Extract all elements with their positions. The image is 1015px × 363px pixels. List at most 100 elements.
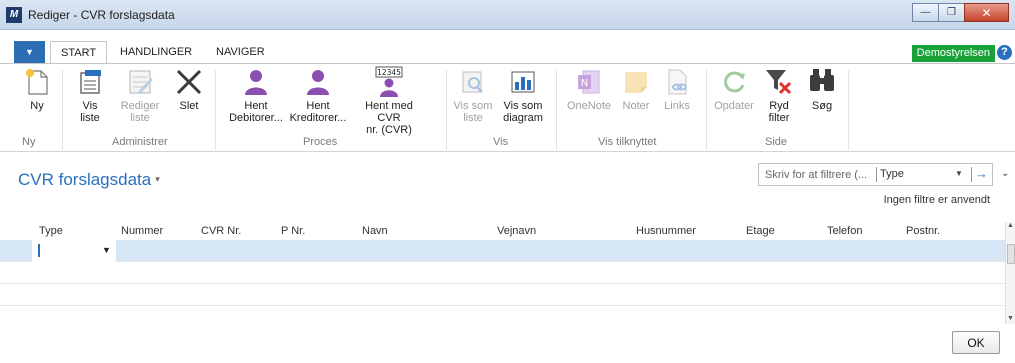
ny-button[interactable]: Ny <box>20 66 54 128</box>
page-title[interactable]: CVR forslagsdata ▾ <box>18 170 160 190</box>
onenote-label: OneNote <box>566 100 612 112</box>
link-icon <box>668 69 687 95</box>
slet-label: Slet <box>179 100 199 112</box>
hent-kreditorer-button[interactable]: Hent Kreditorer... <box>287 66 349 128</box>
filter-divider <box>971 167 972 182</box>
vis-som-liste-label-2: liste <box>463 112 483 124</box>
delete-icon <box>176 69 202 95</box>
no-filter-text: Ingen filtre er anvendt <box>883 194 990 206</box>
vis-som-liste-button[interactable]: Vis som liste <box>452 66 494 128</box>
arrow-right-icon[interactable]: → <box>975 166 988 181</box>
onenote-icon: N <box>578 70 600 94</box>
chevron-down-icon[interactable]: ▼ <box>102 245 111 255</box>
note-icon <box>625 72 647 93</box>
grid-header: Type Nummer CVR Nr. P Nr. Navn Vejnavn H… <box>0 222 1005 240</box>
group-label-ny: Ny <box>22 136 36 148</box>
column-header-nummer[interactable]: Nummer <box>121 225 163 237</box>
app-menu-button[interactable]: ▼ <box>14 41 45 63</box>
type-cell-select[interactable]: ▼ <box>32 240 116 262</box>
text-cursor <box>38 244 40 257</box>
hent-debitorer-button[interactable]: Hent Debitorer... <box>225 66 287 128</box>
page-title-text: CVR forslagsdata <box>18 170 152 189</box>
vis-liste-label-2: liste <box>80 112 100 124</box>
table-row[interactable] <box>0 262 1005 284</box>
hent-debitorer-label-2: Debitorer... <box>229 112 283 124</box>
column-header-navn[interactable]: Navn <box>362 225 388 237</box>
vis-liste-button[interactable]: Vis liste <box>70 66 110 128</box>
help-icon[interactable]: ? <box>997 45 1012 60</box>
cvr-lookup-icon: 12345 <box>375 66 403 97</box>
table-row[interactable] <box>0 284 1005 306</box>
person-icon <box>245 70 267 95</box>
cvr-icon-text: 12345 <box>377 68 401 77</box>
scroll-thumb[interactable] <box>1007 244 1015 264</box>
links-label: Links <box>664 100 690 112</box>
chart-icon <box>511 71 535 93</box>
ryd-filter-button[interactable]: Ryd filter <box>760 66 798 128</box>
column-header-postnr[interactable]: Postnr. <box>906 225 940 237</box>
sog-label: Søg <box>811 100 833 112</box>
restore-button[interactable]: ❐ <box>938 3 965 22</box>
rediger-liste-button[interactable]: Rediger liste <box>116 66 164 128</box>
window-titlebar: M Rediger - CVR forslagsdata — ❐ ✕ <box>0 0 1015 30</box>
group-label-side: Side <box>765 136 788 148</box>
vis-som-diagram-label-1: Vis som <box>503 100 543 112</box>
clear-filter-icon <box>766 70 792 95</box>
ny-label: Ny <box>30 100 44 112</box>
tab-start[interactable]: START <box>50 41 108 64</box>
group-separator <box>215 70 216 150</box>
links-button[interactable]: Links <box>658 66 696 128</box>
hent-med-cvr-label-2: nr. (CVR) <box>366 124 412 136</box>
column-header-type[interactable]: Type <box>39 225 63 237</box>
company-badge[interactable]: Demostyrelsen <box>911 45 995 62</box>
column-header-p-nr[interactable]: P Nr. <box>281 225 305 237</box>
group-separator <box>706 70 707 150</box>
group-label-vis-tilknyttet: Vis tilknyttet <box>598 136 657 148</box>
opdater-button[interactable]: Opdater <box>712 66 756 128</box>
rediger-liste-label-1: Rediger <box>120 100 160 112</box>
window-title: Rediger - CVR forslagsdata <box>28 8 175 22</box>
tab-naviger[interactable]: NAVIGER <box>206 41 275 63</box>
column-header-husnummer[interactable]: Husnummer <box>636 225 696 237</box>
column-header-vejnavn[interactable]: Vejnavn <box>497 225 536 237</box>
ribbon-tabbar: ▼ START HANDLINGER NAVIGER Demostyrelsen… <box>0 41 1015 64</box>
group-separator <box>848 70 849 150</box>
table-row[interactable]: ▼ <box>0 240 1005 262</box>
hent-med-cvr-label-1: Hent med CVR <box>365 100 413 124</box>
vis-liste-label-1: Vis <box>82 100 98 112</box>
onenote-button[interactable]: N OneNote <box>562 66 616 128</box>
collapse-chevron-icon[interactable]: ⌄ <box>1001 168 1009 179</box>
vertical-scrollbar[interactable]: ▲ ▼ <box>1005 222 1015 324</box>
group-label-administrer: Administrer <box>112 136 168 148</box>
chevron-down-icon[interactable]: ▼ <box>955 169 963 178</box>
filter-divider <box>876 167 877 182</box>
view-as-list-icon <box>462 71 483 93</box>
new-document-icon <box>26 69 48 95</box>
edit-list-icon <box>129 70 153 94</box>
column-header-telefon[interactable]: Telefon <box>827 225 862 237</box>
filter-input[interactable] <box>759 164 875 185</box>
column-header-cvr-nr[interactable]: CVR Nr. <box>201 225 241 237</box>
vis-som-diagram-button[interactable]: Vis som diagram <box>498 66 548 128</box>
filter-field-select[interactable]: Type <box>880 168 904 180</box>
close-button[interactable]: ✕ <box>964 3 1009 22</box>
ok-button[interactable]: OK <box>952 331 1000 354</box>
scroll-down-icon[interactable]: ▼ <box>1007 315 1014 322</box>
sog-button[interactable]: Søg <box>803 66 841 128</box>
slet-button[interactable]: Slet <box>170 66 208 128</box>
scroll-up-icon[interactable]: ▲ <box>1007 222 1014 229</box>
ribbon: Ny Ny Vis liste Rediger liste Slet Admin… <box>0 63 1015 152</box>
tab-handlinger[interactable]: HANDLINGER <box>110 41 202 63</box>
group-separator <box>62 70 63 150</box>
noter-button[interactable]: Noter <box>617 66 655 128</box>
svg-text:N: N <box>581 78 588 89</box>
view-list-icon <box>80 70 101 94</box>
group-separator <box>556 70 557 150</box>
minimize-button[interactable]: — <box>912 3 939 22</box>
column-header-etage[interactable]: Etage <box>746 225 775 237</box>
hent-med-cvr-button[interactable]: 12345 Hent med CVR nr. (CVR) <box>353 66 425 136</box>
chevron-down-icon[interactable]: ▾ <box>155 174 160 184</box>
window-controls: — ❐ ✕ <box>912 3 1009 22</box>
ryd-filter-label-1: Ryd <box>769 100 789 112</box>
rediger-liste-label-2: liste <box>130 112 150 124</box>
